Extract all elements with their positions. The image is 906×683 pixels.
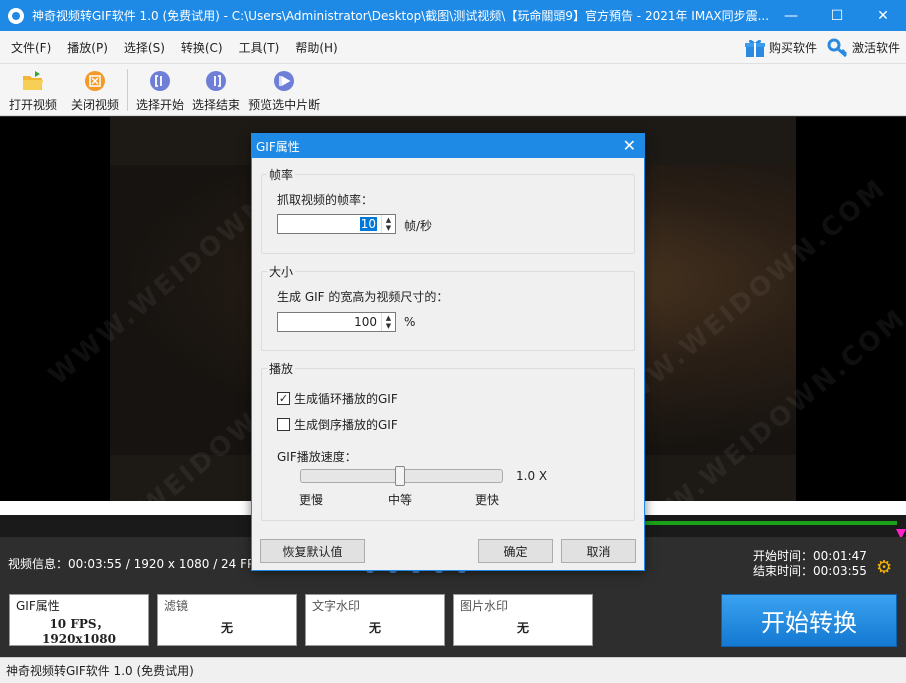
- filter-card[interactable]: 滤镜 无: [157, 594, 297, 646]
- card-value: 无: [368, 621, 381, 635]
- select-end-icon: [206, 71, 227, 91]
- toolbar: 打开视频 关闭视频 选择开始 选择结束 预览选中片断: [0, 64, 906, 116]
- spin-arrows-icon[interactable]: ▲ ▼: [381, 215, 395, 233]
- card-title: 文字水印: [312, 599, 361, 613]
- reverse-checkbox[interactable]: 生成倒序播放的GIF: [277, 416, 398, 433]
- gear-icon[interactable]: ⚙: [876, 557, 892, 578]
- speed-label: GIF播放速度：: [277, 450, 357, 464]
- framerate-label: 抓取视频的帧率：: [277, 193, 374, 207]
- close-video-label: 关闭视频: [71, 98, 120, 112]
- end-time: 结束时间：00:03:55: [753, 564, 867, 578]
- checkbox-checked-icon: ✓: [277, 392, 290, 405]
- size-label: 生成 GIF 的宽高为视频尺寸的：: [277, 290, 449, 304]
- preview-play-icon: [274, 71, 295, 91]
- key-icon: [827, 38, 848, 57]
- card-title: GIF属性: [16, 599, 60, 613]
- card-title: 滤镜: [164, 599, 189, 613]
- preview-selection-button[interactable]: 预览选中片断: [244, 64, 324, 116]
- menu-convert[interactable]: 转换(C): [173, 39, 231, 56]
- restore-defaults-button[interactable]: 恢复默认值: [260, 539, 365, 563]
- menu-tools[interactable]: 工具(T): [231, 39, 288, 56]
- select-end-button[interactable]: 选择结束: [188, 64, 244, 116]
- menu-play[interactable]: 播放(P): [59, 39, 116, 56]
- speed-value: 1.0 X: [516, 469, 548, 483]
- app-icon: [8, 7, 24, 24]
- preview-selection-label: 预览选中片断: [248, 98, 321, 112]
- ok-button[interactable]: 确定: [478, 539, 553, 563]
- menu-bar: 文件(F) 播放(P) 选择(S) 转换(C) 工具(T) 帮助(H) 购买软件…: [0, 31, 906, 64]
- selection-range-bar: [645, 521, 897, 525]
- gif-properties-dialog: GIF属性 ✕ 帧率 抓取视频的帧率： 10 ▲ ▼ 帧/秒 大小 生成 GIF …: [251, 133, 645, 571]
- maximize-button[interactable]: ☐: [814, 0, 860, 31]
- select-start-label: 选择开始: [136, 98, 185, 112]
- spin-arrows-icon[interactable]: ▲ ▼: [381, 313, 395, 331]
- open-video-label: 打开视频: [9, 98, 58, 112]
- status-bar: 神奇视频转GIF软件 1.0 (免费试用): [0, 657, 906, 683]
- card-value: 10 FPS， 1920x1080: [42, 617, 116, 646]
- dialog-close-icon[interactable]: ✕: [623, 136, 636, 155]
- card-value: 无: [516, 621, 529, 635]
- close-video-icon: [85, 71, 106, 91]
- gift-icon: [744, 39, 765, 57]
- speed-slower-label: 更慢: [299, 493, 324, 507]
- select-start-icon: [150, 71, 171, 91]
- close-button[interactable]: ✕: [860, 0, 906, 31]
- group-label: 播放: [267, 360, 296, 377]
- gif-properties-card[interactable]: GIF属性 10 FPS， 1920x1080: [9, 594, 149, 646]
- select-end-label: 选择结束: [192, 98, 241, 112]
- close-video-button[interactable]: 关闭视频: [67, 64, 123, 116]
- size-unit: %: [404, 315, 416, 329]
- activate-software-link[interactable]: 激活软件: [827, 38, 900, 58]
- size-stepper[interactable]: 100 ▲ ▼: [277, 312, 396, 332]
- dialog-title: GIF属性: [256, 139, 300, 154]
- speed-slider-thumb[interactable]: [394, 466, 405, 486]
- group-label: 大小: [267, 263, 296, 280]
- card-value: 无: [220, 621, 233, 635]
- framerate-unit: 帧/秒: [404, 219, 433, 233]
- title-bar: 神奇视频转GIF软件 1.0 (免费试用) - C:\Users\Adminis…: [0, 0, 906, 31]
- options-panel: GIF属性 10 FPS， 1920x1080 滤镜 无 文字水印 无 图片水印…: [0, 587, 906, 657]
- window-title: 神奇视频转GIF软件 1.0 (免费试用) - C:\Users\Adminis…: [32, 9, 770, 23]
- menu-select[interactable]: 选择(S): [116, 39, 173, 56]
- framerate-stepper[interactable]: 10 ▲ ▼: [277, 214, 396, 234]
- group-label: 帧率: [267, 166, 296, 183]
- checkbox-unchecked-icon: [277, 418, 290, 431]
- size-group: 大小: [261, 263, 635, 351]
- framerate-value: 10: [359, 217, 377, 231]
- toolbar-separator: [127, 69, 129, 111]
- menu-file[interactable]: 文件(F): [3, 39, 59, 56]
- reverse-label: 生成倒序播放的GIF: [294, 418, 398, 432]
- text-watermark-card[interactable]: 文字水印 无: [305, 594, 445, 646]
- activate-software-label: 激活软件: [851, 41, 900, 55]
- speed-medium-label: 中等: [388, 493, 413, 507]
- loop-label: 生成循环播放的GIF: [294, 392, 398, 406]
- size-value: 100: [354, 315, 377, 329]
- speed-faster-label: 更快: [475, 493, 500, 507]
- buy-software-label: 购买软件: [768, 41, 817, 55]
- open-folder-icon: [23, 71, 43, 90]
- dialog-title-bar: GIF属性 ✕: [252, 134, 644, 158]
- buy-software-link[interactable]: 购买软件: [744, 38, 817, 58]
- video-info: 视频信息：00:03:55 / 1920 x 1080 / 24 FPS: [8, 557, 262, 571]
- cancel-button[interactable]: 取消: [561, 539, 636, 563]
- card-title: 图片水印: [460, 599, 509, 613]
- image-watermark-card[interactable]: 图片水印 无: [453, 594, 593, 646]
- select-start-button[interactable]: 选择开始: [132, 64, 188, 116]
- start-convert-button[interactable]: 开始转换: [721, 594, 897, 647]
- selection-times: 开始时间：00:01:47 结束时间：00:03:55: [753, 549, 867, 579]
- open-video-button[interactable]: 打开视频: [5, 64, 61, 116]
- start-time: 开始时间：00:01:47: [753, 549, 867, 563]
- loop-checkbox[interactable]: ✓ 生成循环播放的GIF: [277, 390, 398, 407]
- menu-help[interactable]: 帮助(H): [287, 39, 345, 56]
- minimize-button[interactable]: —: [768, 0, 814, 31]
